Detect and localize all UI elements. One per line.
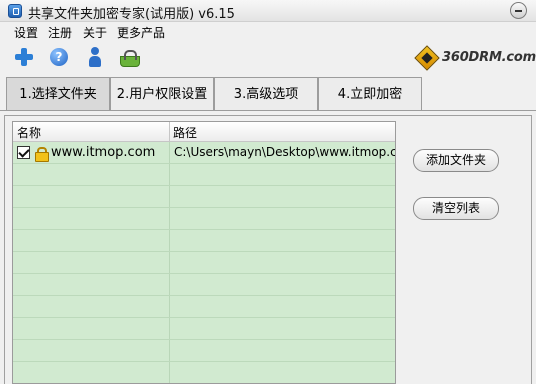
menu-more-products[interactable]: 更多产品 bbox=[117, 24, 165, 41]
table-row-empty bbox=[13, 318, 395, 340]
add-folder-button[interactable]: 添加文件夹 bbox=[413, 149, 499, 172]
shop-button[interactable] bbox=[118, 46, 140, 68]
app-window: 共享文件夹加密专家(试用版) v6.15 设置 注册 关于 更多产品 ? 360… bbox=[0, 0, 536, 384]
menu-bar: 设置 注册 关于 更多产品 bbox=[0, 22, 536, 42]
add-icon bbox=[15, 48, 33, 66]
row-checkbox[interactable] bbox=[17, 146, 30, 159]
menu-register[interactable]: 注册 bbox=[48, 24, 72, 41]
folder-list[interactable]: 名称 路径 www.itmop.com C:\Users\mayn\Deskto… bbox=[12, 121, 396, 384]
logo-icon bbox=[414, 45, 440, 71]
user-button[interactable] bbox=[84, 46, 106, 68]
clear-list-button[interactable]: 清空列表 bbox=[413, 197, 499, 220]
table-row-empty bbox=[13, 208, 395, 230]
help-icon: ? bbox=[50, 48, 68, 66]
tab-user-permissions[interactable]: 2.用户权限设置 bbox=[110, 77, 214, 111]
table-row-empty bbox=[13, 230, 395, 252]
table-row[interactable]: www.itmop.com C:\Users\mayn\Desktop\www.… bbox=[13, 142, 396, 164]
row-path: C:\Users\mayn\Desktop\www.itmop.com bbox=[174, 145, 396, 159]
tab-encrypt-now[interactable]: 4.立即加密 bbox=[318, 77, 422, 111]
row-name: www.itmop.com bbox=[51, 145, 156, 160]
step-tabs: 1.选择文件夹 2.用户权限设置 3.高级选项 4.立即加密 bbox=[0, 77, 536, 111]
help-button[interactable]: ? bbox=[48, 46, 70, 68]
table-row-empty bbox=[13, 164, 395, 186]
title-bar: 共享文件夹加密专家(试用版) v6.15 bbox=[0, 0, 536, 22]
table-row-empty bbox=[13, 252, 395, 274]
add-button[interactable] bbox=[13, 46, 35, 68]
logo-text: 360DRM.com bbox=[442, 50, 536, 65]
table-row-empty bbox=[13, 362, 395, 383]
column-header-name[interactable]: 名称 bbox=[17, 124, 41, 141]
table-row-empty bbox=[13, 186, 395, 208]
table-row-empty bbox=[13, 340, 395, 362]
menu-settings[interactable]: 设置 bbox=[14, 24, 38, 41]
minimize-button[interactable] bbox=[510, 2, 527, 19]
list-rows: www.itmop.com C:\Users\mayn\Desktop\www.… bbox=[13, 142, 396, 383]
window-title: 共享文件夹加密专家(试用版) v6.15 bbox=[28, 7, 235, 22]
list-header: 名称 路径 bbox=[13, 122, 395, 142]
shop-basket-icon bbox=[119, 50, 140, 67]
tab-advanced-options[interactable]: 3.高级选项 bbox=[214, 77, 318, 111]
user-icon bbox=[89, 47, 101, 67]
table-row-empty bbox=[13, 274, 395, 296]
table-row-empty bbox=[13, 296, 395, 318]
lock-icon bbox=[35, 147, 49, 162]
menu-about[interactable]: 关于 bbox=[83, 24, 107, 41]
column-divider[interactable] bbox=[169, 122, 170, 142]
column-header-path[interactable]: 路径 bbox=[173, 124, 197, 141]
toolbar: ? 360DRM.com bbox=[0, 42, 536, 74]
app-shield-icon bbox=[8, 4, 22, 18]
brand-logo[interactable]: 360DRM.com bbox=[414, 45, 536, 71]
tab-select-folder[interactable]: 1.选择文件夹 bbox=[6, 77, 110, 111]
